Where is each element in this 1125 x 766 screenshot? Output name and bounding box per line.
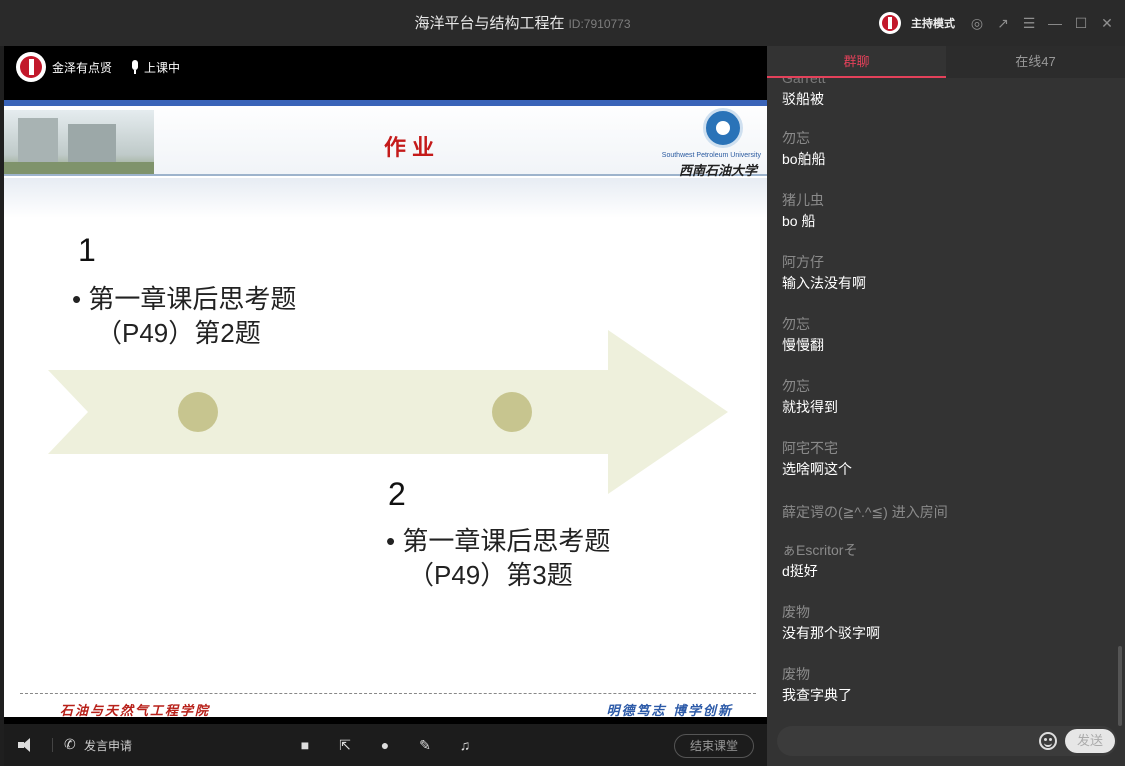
chat-input[interactable] [783, 726, 1033, 756]
item-2-line-1: • 第一章课后思考题 [386, 526, 611, 556]
chat-sender: 勿忘 [782, 378, 810, 394]
slide-band [4, 178, 767, 218]
share-icon[interactable]: ↗ [995, 15, 1011, 31]
arrow-shape [48, 330, 728, 494]
camera-off-icon[interactable]: ■ [296, 736, 314, 754]
chat-message-text: 就找得到 [782, 399, 838, 415]
item-1-line-2: （P49）第2题 [96, 318, 261, 348]
chat-message-text: bo舶船 [782, 151, 826, 167]
chat-tabs: 群聊 在线47 [767, 46, 1125, 78]
slide-title: 作业 [384, 135, 441, 161]
chat-message-text: bo 船 [782, 213, 816, 229]
campus-image [4, 110, 154, 174]
chat-sender: 勿忘 [782, 316, 810, 332]
toolbar-divider [52, 738, 53, 752]
speak-request-button[interactable]: 发言申请 [84, 737, 132, 754]
music-icon[interactable]: ♫ [456, 736, 474, 754]
tab-online[interactable]: 在线47 [946, 46, 1125, 78]
chat-input-row: 发送 [777, 726, 1117, 756]
chat-message-text: 驳船被 [782, 91, 824, 107]
screen-share-icon[interactable]: ⇱ [336, 736, 354, 754]
slide-footer-right: 明德笃志 博学创新 [606, 704, 733, 717]
settings-icon[interactable]: ◎ [969, 15, 985, 31]
teacher-info-bar: 金泽有点贤 上课中 [4, 46, 767, 88]
chat-message-text: 选啥啊这个 [782, 461, 852, 477]
arrow-graphic [48, 330, 728, 494]
bottom-toolbar: ✆ 发言申请 ■ ⇱ ● ✎ ♫ 结束课堂 [4, 724, 767, 766]
whiteboard-icon[interactable]: ✎ [416, 736, 434, 754]
speaker-icon[interactable] [18, 738, 36, 752]
chat-sender: 废物 [782, 604, 810, 620]
room-id: ID:7910773 [568, 17, 631, 31]
item-2-line-2: （P49）第3题 [408, 560, 573, 590]
building-shape [18, 118, 58, 164]
slide-top-line [4, 100, 767, 106]
microphone-icon [130, 60, 140, 74]
tab-group-chat[interactable]: 群聊 [767, 46, 946, 78]
teacher-avatar[interactable] [16, 52, 46, 82]
chat-message-text: 慢慢翻 [782, 337, 824, 353]
chat-message-text: 没有那个驳字啊 [782, 625, 880, 641]
course-title: 海洋平台与结构工程在 [414, 15, 565, 32]
chat-message-text: 我查字典了 [782, 687, 852, 703]
chat-sender-partial: Garrett [782, 78, 826, 86]
slide-footer-divider [20, 693, 756, 694]
timeline-dot-2 [492, 392, 532, 432]
university-logo-icon [703, 108, 743, 148]
item-number-2: 2 [388, 476, 406, 512]
close-icon[interactable]: ✕ [1099, 15, 1115, 31]
chat-message: 阿宅不宅 选啥啊这个 [782, 438, 1112, 480]
university-name-cn: 西南石油大学 [678, 164, 757, 179]
teacher-name: 金泽有点贤 [52, 60, 113, 75]
host-avatar-icon[interactable] [879, 12, 901, 34]
chat-scrollbar[interactable] [1118, 646, 1122, 726]
chat-message: ぁEscritorそ d挺好 [782, 540, 1112, 582]
microphone-button-icon[interactable]: ● [376, 736, 394, 754]
title-bar: 海洋平台与结构工程在 ID:7910773 主持模式 ◎ ↗ ☰ — ☐ ✕ [0, 0, 1125, 46]
chat-sender: 勿忘 [782, 130, 810, 146]
maximize-icon[interactable]: ☐ [1073, 15, 1089, 31]
item-1-line-1: • 第一章课后思考题 [72, 284, 297, 314]
chat-message: 驳船被 [782, 88, 1112, 110]
chat-message: 勿忘 就找得到 [782, 376, 1112, 418]
slide-header: 作业 Southwest Petroleum University 西南石油大学 [4, 100, 767, 179]
title-controls: 主持模式 ◎ ↗ ☰ — ☐ ✕ [879, 0, 1115, 46]
slide: 作业 Southwest Petroleum University 西南石油大学… [4, 100, 767, 717]
university-name-en: Southwest Petroleum University [661, 152, 761, 159]
class-status: 上课中 [144, 60, 181, 75]
building-shape [68, 124, 116, 164]
chat-message: 废物 没有那个驳字啊 [782, 602, 1112, 644]
phone-icon[interactable]: ✆ [64, 736, 76, 753]
host-mode-label[interactable]: 主持模式 [911, 15, 955, 31]
system-join-message: 薛定谔の(≧^.^≦) 进入房间 [782, 504, 948, 520]
chat-message: 猪儿虫 bo 船 [782, 190, 1112, 232]
slide-footer-left: 石油与天然气工程学院 [60, 704, 211, 717]
end-class-button[interactable]: 结束课堂 [674, 734, 754, 758]
chat-sender: ぁEscritorそ [782, 542, 858, 558]
chat-message: 废物 我查字典了 [782, 664, 1112, 706]
chat-message-list: Garrett 驳船被 勿忘 bo舶船 猪儿虫 bo 船 阿方仔 输入法没有啊 … [767, 78, 1117, 724]
chat-message: 勿忘 慢慢翻 [782, 314, 1112, 356]
chat-message: 勿忘 bo舶船 [782, 128, 1112, 170]
menu-icon[interactable]: ☰ [1021, 15, 1037, 31]
timeline-dot-1 [178, 392, 218, 432]
lawn-shape [4, 162, 154, 174]
chat-message: 阿方仔 输入法没有啊 [782, 252, 1112, 294]
main-stage: 金泽有点贤 上课中 作业 Southwest Petroleum Univers… [4, 46, 767, 766]
chat-sender: 阿方仔 [782, 254, 824, 270]
chat-panel: 群聊 在线47 Garrett 驳船被 勿忘 bo舶船 猪儿虫 bo 船 阿方仔… [767, 46, 1125, 766]
item-number-1: 1 [78, 232, 96, 268]
chat-sender: 阿宅不宅 [782, 440, 838, 456]
minimize-icon[interactable]: — [1047, 15, 1063, 31]
chat-message-text: d挺好 [782, 563, 818, 579]
chat-sender: 废物 [782, 666, 810, 682]
emoji-icon[interactable] [1039, 732, 1057, 750]
chat-message-text: 输入法没有啊 [782, 275, 866, 291]
send-button[interactable]: 发送 [1065, 729, 1115, 753]
chat-sender: 猪儿虫 [782, 192, 824, 208]
